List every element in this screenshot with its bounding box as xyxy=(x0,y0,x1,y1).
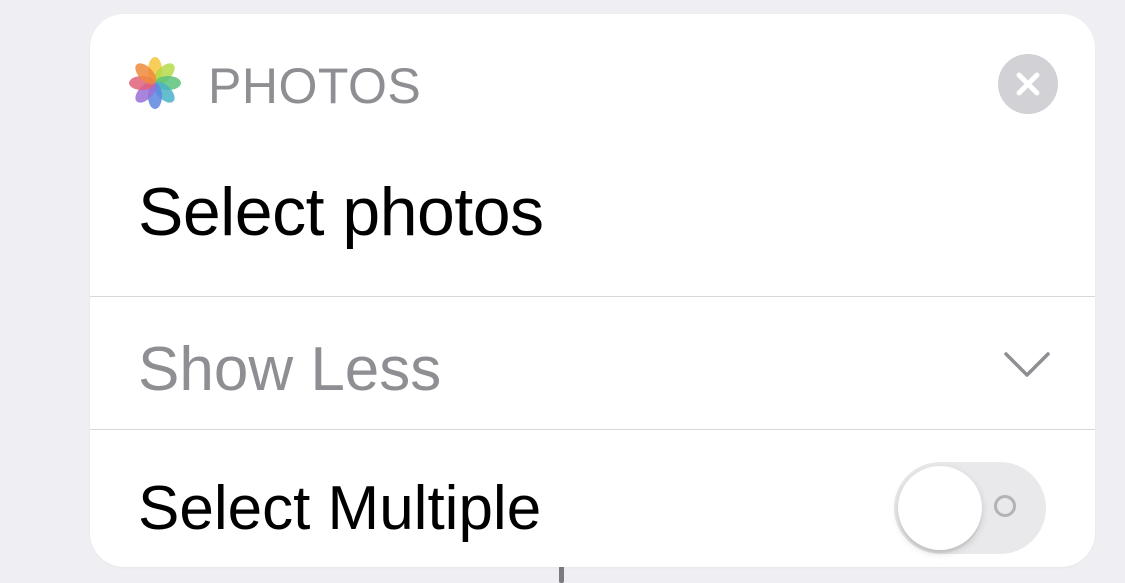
show-less-row[interactable]: Show Less xyxy=(90,297,1095,429)
chevron-down-icon xyxy=(1004,352,1050,377)
show-less-label: Show Less xyxy=(138,335,442,404)
toggle-off-indicator-icon xyxy=(994,495,1016,517)
photos-app-icon xyxy=(129,57,181,109)
close-icon xyxy=(1016,72,1040,96)
action-header: PHOTOS Select photos xyxy=(90,14,1095,296)
action-title: Select photos xyxy=(138,174,544,250)
select-multiple-toggle[interactable] xyxy=(894,462,1046,554)
app-name-label: PHOTOS xyxy=(208,58,422,114)
select-multiple-row: Select Multiple xyxy=(90,430,1095,567)
shortcut-editor-canvas: PHOTOS Select photos Show Less Select Mu… xyxy=(0,0,1125,583)
select-multiple-label: Select Multiple xyxy=(138,474,542,543)
toggle-knob xyxy=(898,466,982,550)
action-connector-line xyxy=(559,566,564,583)
remove-action-button[interactable] xyxy=(998,54,1058,114)
action-card: PHOTOS Select photos Show Less Select Mu… xyxy=(90,14,1095,567)
